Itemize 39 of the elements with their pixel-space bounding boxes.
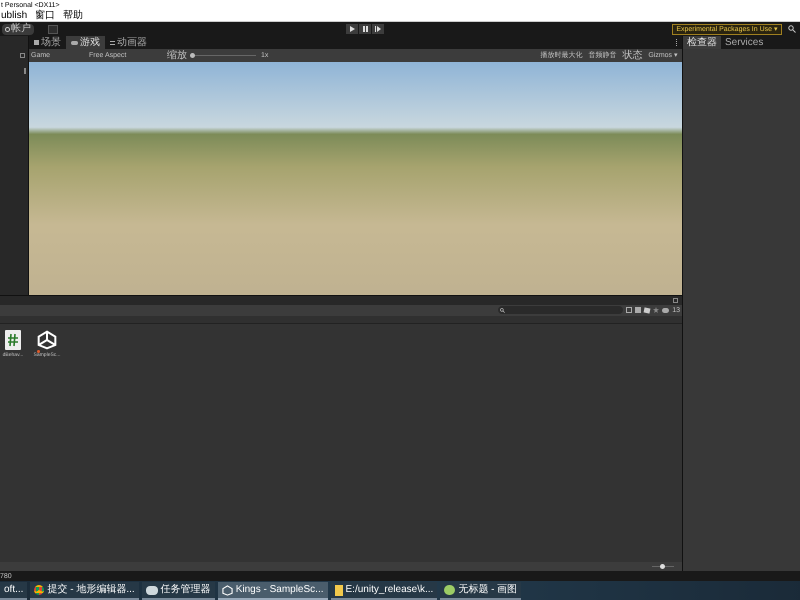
slider-thumb[interactable] [660,564,665,569]
folder-icon [334,584,342,596]
account-button[interactable]: 帐户 [2,24,34,34]
search-field[interactable] [498,306,624,314]
lock-icon[interactable] [20,53,25,58]
view-toggle[interactable]: 状态 [620,50,644,60]
taskbar-item[interactable]: 任务管理器 [142,582,215,600]
script-file-icon[interactable] [5,330,21,350]
inspector-tab[interactable]: Services [721,36,768,49]
inspector-tab[interactable]: 检查器 [683,36,721,49]
cube-icon [222,584,233,596]
menu-item[interactable]: 帮助 [63,10,84,20]
cube-icon[interactable] [37,330,57,350]
menu-item[interactable]: 窗口 [35,10,56,20]
step-button[interactable] [372,24,384,34]
step-icon [375,26,382,32]
editor-tab[interactable]: 动画器 [105,36,152,49]
pause-icon [362,26,368,32]
editor-tab[interactable]: 游戏 [66,36,105,49]
taskbar-item[interactable]: 提交 - 地形编辑器... [30,582,139,600]
menu-item[interactable]: ublish [1,10,28,20]
filter-type-icon[interactable] [626,307,632,313]
taskbar-item[interactable]: Kings - SampleSc... [218,582,328,600]
star-icon[interactable] [653,307,660,313]
scale-slider[interactable] [190,52,256,58]
editor-tab[interactable]: 场景 [29,36,66,49]
grid-icon [34,40,39,45]
taskbar-item[interactable]: oft... [0,582,28,600]
lock-icon[interactable] [673,298,678,302]
browser-icon [34,585,44,595]
taskbar-item[interactable]: 无标题 - 画图 [440,582,522,600]
play-button[interactable] [346,24,358,34]
search-icon [500,308,506,312]
slider-thumb[interactable] [190,53,195,58]
taskbar-item[interactable]: E:/unity_release\k... [330,582,438,600]
search-icon[interactable] [788,25,796,33]
play-icon [350,26,355,32]
scale-label: 缩放 [167,50,187,60]
pause-button[interactable] [359,24,372,34]
